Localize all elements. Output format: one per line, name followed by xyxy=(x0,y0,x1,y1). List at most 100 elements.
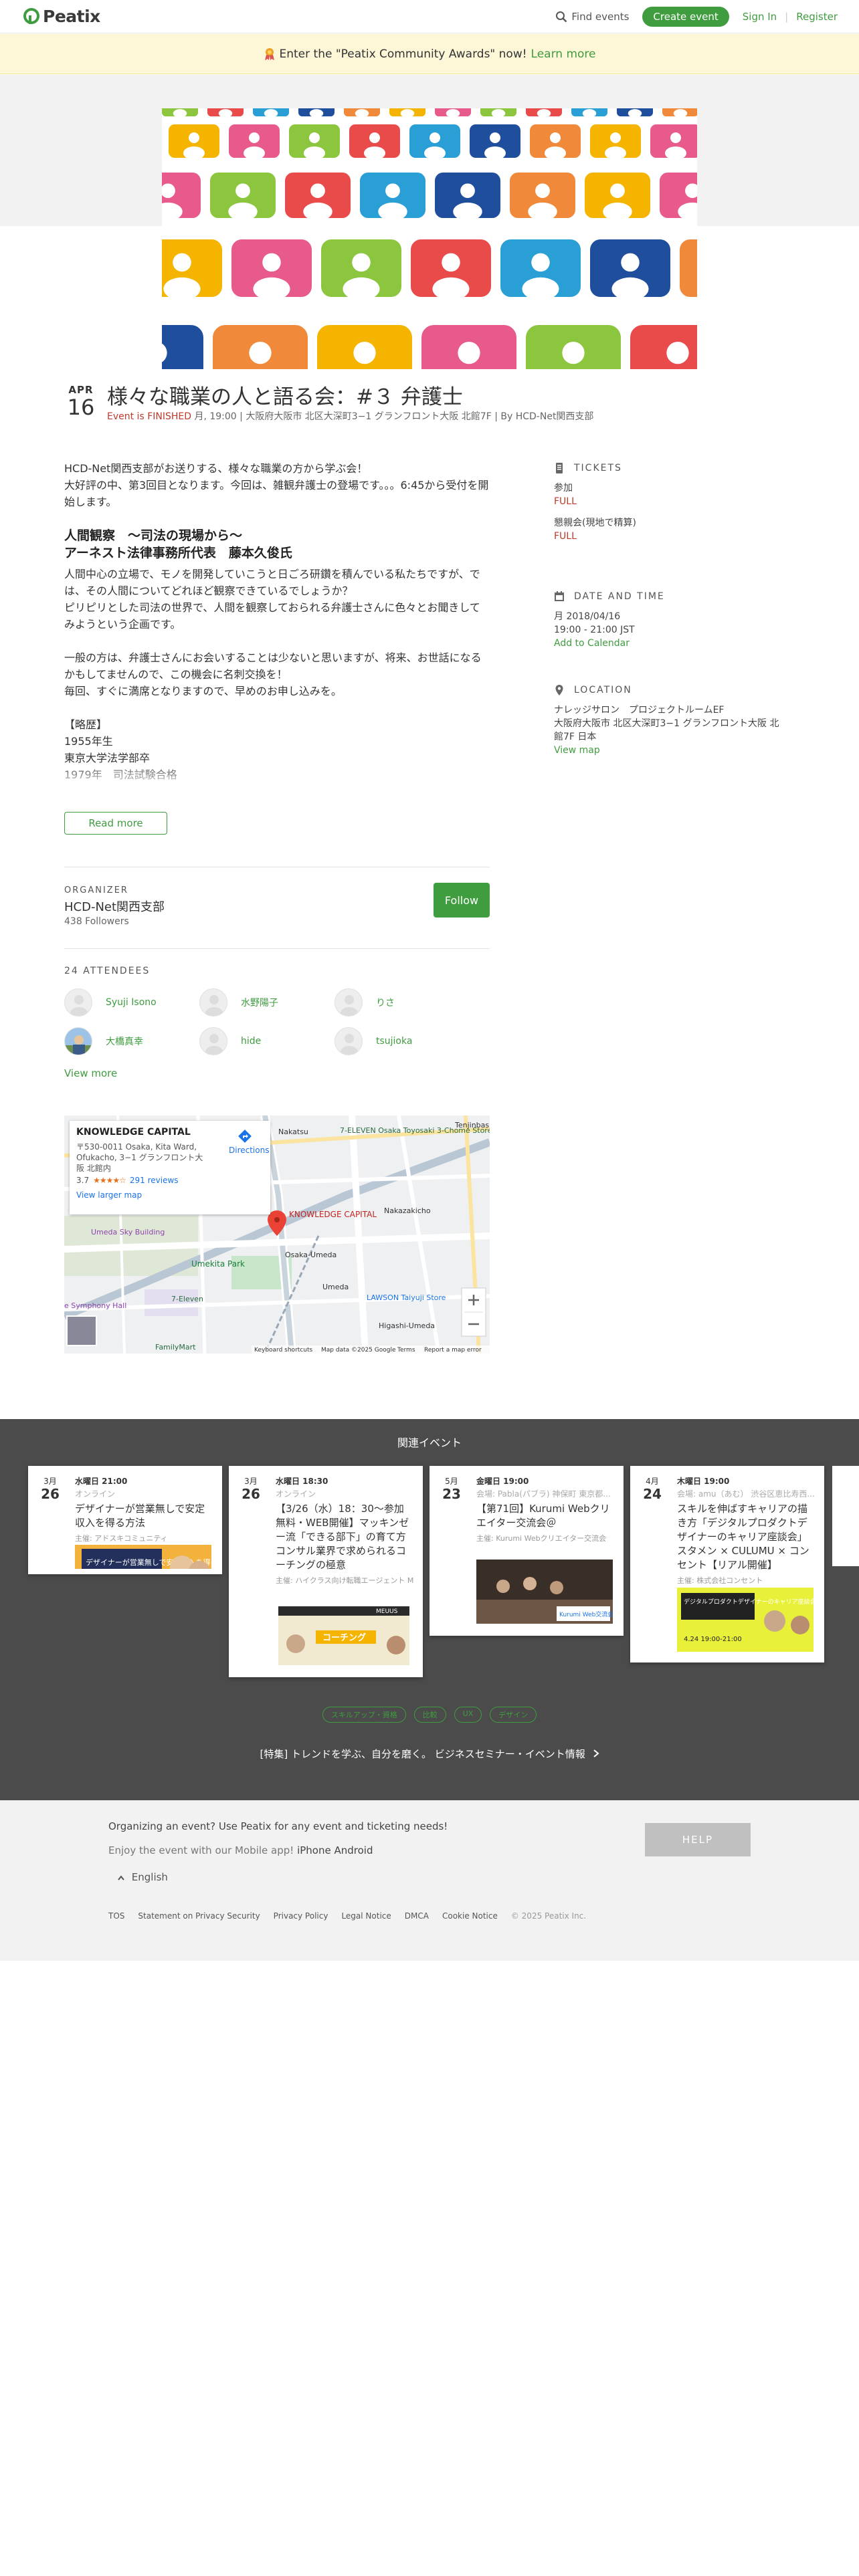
follow-button[interactable]: Follow xyxy=(434,883,490,918)
hero-tile xyxy=(660,173,697,221)
tag-link[interactable]: スキルアップ・資格 xyxy=(322,1707,406,1723)
map-rating-stars: ★★★★☆ xyxy=(93,1176,126,1185)
attendee-name: tsujioka xyxy=(376,1036,413,1047)
related-event-card[interactable]: 3月 26 水曜日 18:30 オンライン 【3/26（水）18：30〜参加無料・… xyxy=(229,1466,423,1677)
hero-tile xyxy=(421,325,516,369)
map-label: Nakatsu xyxy=(278,1128,308,1136)
footer-link[interactable]: DMCA xyxy=(405,1911,442,1921)
attendee[interactable]: 大橋真幸 xyxy=(64,1027,143,1055)
banner-learn-more-link[interactable]: Learn more xyxy=(531,47,596,61)
awards-banner: Enter the "Peatix Community Awards" now!… xyxy=(0,34,859,74)
hero-tile xyxy=(411,239,491,301)
location-pin-icon xyxy=(555,685,563,695)
map-rating-row: 3.7 ★★★★☆ 291 reviews xyxy=(76,1175,264,1186)
footer-link[interactable]: Privacy Policy xyxy=(274,1911,342,1921)
add-to-calendar-link[interactable]: Add to Calendar xyxy=(554,638,630,649)
map-report-error-link[interactable]: Report a map error xyxy=(424,1347,482,1354)
attendee[interactable]: りさ xyxy=(335,988,395,1016)
hero-tile xyxy=(298,108,335,118)
sign-in-link[interactable]: Sign In xyxy=(743,11,777,23)
card-thumbnail: コーチング MEUUS xyxy=(276,1604,412,1668)
hero-tile xyxy=(231,239,312,301)
related-event-card[interactable]: 4月 24 木曜日 19:00 会場: amu（あむ） 渋谷区恵比寿西... スキ… xyxy=(630,1466,824,1662)
location-heading-label: LOCATION xyxy=(574,685,632,695)
map-label: Nakazakicho xyxy=(384,1206,431,1215)
related-event-card[interactable]: 5月 23 金曜日 19:00 会場: Pabla(パブラ) 神保町 東京都...… xyxy=(430,1466,624,1636)
map-label: Umeda Sky Building xyxy=(91,1228,165,1237)
card-day: 24 xyxy=(643,1486,662,1502)
find-events-link[interactable]: Find events xyxy=(555,11,629,23)
hero-tile xyxy=(470,124,520,160)
tag-link[interactable]: UX xyxy=(454,1707,482,1723)
register-link[interactable]: Register xyxy=(796,11,838,23)
directions-button[interactable]: Directions xyxy=(229,1129,269,1156)
card-month: 4月 xyxy=(646,1477,659,1486)
page: Peatix Find events Create event Sign In … xyxy=(0,0,859,2576)
peatix-logo-icon xyxy=(23,8,39,24)
attendee[interactable]: 水野陽子 xyxy=(199,988,278,1016)
header-separator: | xyxy=(785,11,789,23)
read-more-button[interactable]: Read more xyxy=(64,812,167,835)
satellite-toggle[interactable] xyxy=(66,1315,97,1346)
map-keyboard-shortcuts[interactable]: Keyboard shortcuts xyxy=(254,1347,312,1354)
map-reviews-link[interactable]: 291 reviews xyxy=(130,1175,179,1186)
android-app-link[interactable]: Android xyxy=(334,1844,373,1856)
footer-links: TOS Statement on Privacy Security Privac… xyxy=(108,1911,599,1921)
related-tags: スキルアップ・資格 比較 UX デザイン xyxy=(0,1707,859,1723)
banner-text: Enter the "Peatix Community Awards" now! xyxy=(279,47,527,61)
card-time: 木曜日 19:00 xyxy=(677,1477,730,1486)
related-event-card-partial[interactable] xyxy=(832,1466,859,1566)
map-place-address: 〒530-0011 Osaka, Kita Ward, Ofukacho, 3−… xyxy=(76,1142,203,1173)
card-month: 3月 xyxy=(244,1477,258,1486)
map-label: Osaka-Umeda xyxy=(285,1251,337,1259)
footer-link-label: DMCA xyxy=(404,1911,429,1921)
card-thumbnail: Kurumi Web交流会 xyxy=(476,1560,613,1624)
trophy-icon xyxy=(264,47,274,60)
peatix-logo[interactable]: Peatix xyxy=(23,6,100,26)
calendar-icon xyxy=(555,591,564,601)
thumbnail-text: Kurumi Web交流会 xyxy=(559,1610,613,1618)
hero-tile xyxy=(662,108,697,118)
location-heading: LOCATION xyxy=(554,683,795,697)
view-map-link[interactable]: View map xyxy=(554,745,600,756)
chevron-right-icon xyxy=(593,1749,599,1757)
iphone-app-link[interactable]: iPhone xyxy=(297,1844,331,1856)
attendee[interactable]: tsujioka xyxy=(335,1027,412,1055)
footer-link[interactable]: Cookie Notice xyxy=(442,1911,511,1921)
hero-tile xyxy=(317,325,412,369)
map-rating: 3.7 xyxy=(76,1176,90,1185)
footer-link[interactable]: TOS xyxy=(108,1911,138,1921)
create-event-button[interactable]: Create event xyxy=(642,7,729,27)
hero-tile xyxy=(321,239,401,301)
tag-link[interactable]: デザイン xyxy=(490,1707,537,1723)
attendee-name: hide xyxy=(241,1036,262,1047)
help-button[interactable]: HELP xyxy=(645,1823,751,1856)
tag-link[interactable]: 比較 xyxy=(413,1707,446,1723)
thumbnail-subtext: MEUUS xyxy=(376,1608,398,1615)
card-event-name: スキルを伸ばすキャリアの描き方「デジタルプロダクトデザイナーのキャリア座談会」ス… xyxy=(677,1503,809,1571)
organizer-name[interactable]: HCD-Net関西支部 xyxy=(64,897,165,915)
date-time-heading-label: DATE AND TIME xyxy=(574,591,665,602)
attendee[interactable]: hide xyxy=(199,1027,261,1055)
related-event-card[interactable]: 3月 26 水曜日 21:00 オンライン デザイナーが営業無しで安定収入を得る方… xyxy=(28,1466,222,1574)
footer-link[interactable]: Legal Notice xyxy=(341,1911,404,1921)
venue-name: ナレッジサロン プロジェクトルームEF xyxy=(554,705,725,716)
date-time-heading: DATE AND TIME xyxy=(554,590,795,603)
hero-tile xyxy=(360,173,425,221)
map-terms-link[interactable]: Terms xyxy=(397,1347,415,1354)
hero-tile xyxy=(210,173,276,221)
card-location: 会場: amu（あむ） 渋谷区恵比寿西... xyxy=(677,1489,815,1499)
card-day: 23 xyxy=(442,1486,461,1502)
view-larger-map-link[interactable]: View larger map xyxy=(76,1190,264,1200)
thumbnail-text: コーチング xyxy=(322,1632,366,1643)
footer-link[interactable]: Statement on Privacy Security xyxy=(138,1911,273,1921)
view-more-attendees-link[interactable]: View more xyxy=(64,1067,117,1079)
ticket-icon xyxy=(556,463,563,473)
footer-app-row: Enjoy the event with our Mobile app! iPh… xyxy=(108,1844,373,1856)
feature-link[interactable]: [特集] トレンドを学ぶ、自分を磨く。 ビジネスセミナー・イベント情報 xyxy=(0,1747,859,1761)
hero-tile xyxy=(289,124,340,160)
description-heading: 人間観察 〜司法の現場から〜 アーネスト法律事務所代表 藤本久俊氏 xyxy=(64,528,292,560)
attendee[interactable]: Syuji Isono xyxy=(64,988,157,1016)
language-selector[interactable]: English xyxy=(118,1871,168,1883)
card-event-name: 【第71回】Kurumi Webクリエイター交流会＠ xyxy=(476,1503,610,1529)
